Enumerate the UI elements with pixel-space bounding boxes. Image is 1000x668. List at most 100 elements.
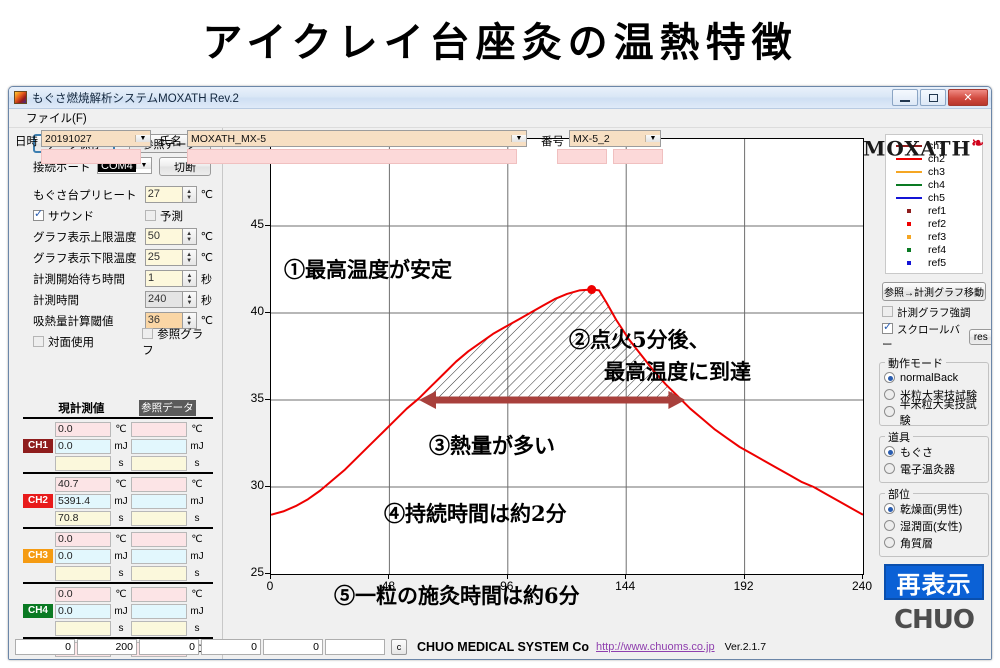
name-select[interactable]: MOXATH_MX-5 ▼ bbox=[187, 130, 527, 147]
reference-value-cell[interactable] bbox=[131, 531, 187, 547]
c-button[interactable]: c bbox=[391, 639, 407, 655]
minimize-button[interactable] bbox=[892, 89, 918, 106]
site-option[interactable]: 湿潤面(女性) bbox=[884, 517, 984, 534]
upper-temp-stepper[interactable]: ▲ ▼ bbox=[182, 228, 197, 245]
duration-input[interactable]: 240 bbox=[145, 291, 183, 308]
legend-dot-icon bbox=[896, 260, 922, 265]
current-value-cell[interactable]: 0.0 bbox=[55, 421, 111, 437]
res-button[interactable]: res bbox=[968, 329, 991, 345]
number-select[interactable]: MX-5_2 ▼ bbox=[569, 130, 661, 147]
preheat-input[interactable]: 27 bbox=[144, 186, 183, 203]
reference-value-cell[interactable] bbox=[131, 565, 187, 581]
reference-value-cell[interactable] bbox=[131, 603, 187, 619]
redisplay-button[interactable]: 再表示 bbox=[884, 564, 984, 600]
duration-stepper[interactable]: ▲ ▼ bbox=[183, 291, 197, 308]
current-value-cell[interactable] bbox=[55, 455, 111, 471]
current-value-cell[interactable] bbox=[55, 565, 111, 581]
status-field[interactable] bbox=[325, 639, 385, 655]
mode-option[interactable]: 半米粒大実技試験 bbox=[884, 399, 984, 427]
current-value-cell[interactable]: 5391.4 bbox=[55, 493, 111, 509]
x-axis-tick bbox=[388, 574, 390, 579]
menu-item-file[interactable]: ファイル(F) bbox=[21, 109, 92, 127]
chart-plot-area[interactable] bbox=[270, 138, 864, 575]
reference-value-cell[interactable] bbox=[131, 620, 187, 636]
lower-temp-stepper[interactable]: ▲ ▼ bbox=[182, 249, 197, 266]
reference-value-cell[interactable] bbox=[131, 493, 187, 509]
mode-option[interactable]: normalBack bbox=[884, 369, 984, 386]
status-field[interactable]: 200 bbox=[77, 639, 137, 655]
reference-value-cell[interactable] bbox=[131, 548, 187, 564]
company-url[interactable]: http://www.chuoms.co.jp bbox=[596, 641, 715, 653]
current-value-cell[interactable]: 0.0 bbox=[55, 438, 111, 454]
unit-label: ℃ bbox=[115, 423, 127, 435]
page-title: アイクレイ台座灸の温熱特徴 bbox=[202, 19, 798, 66]
chart-annotation-5: ④持続時間は約2分 bbox=[384, 501, 567, 526]
predict-checkbox[interactable]: 予測 bbox=[145, 208, 183, 224]
current-value-cell[interactable]: 0.0 bbox=[55, 586, 111, 602]
x-axis-tick bbox=[862, 574, 863, 579]
checkbox-icon bbox=[142, 327, 154, 339]
number-subfield-a[interactable] bbox=[557, 149, 607, 164]
current-value-cell[interactable]: 0.0 bbox=[55, 531, 111, 547]
start-wait-input[interactable]: 1 bbox=[145, 270, 183, 287]
reference-value-cell[interactable] bbox=[131, 658, 187, 659]
site-option[interactable]: 角質層 bbox=[884, 534, 984, 551]
chart-annotation-1: ①最高温度が安定 bbox=[284, 257, 452, 282]
status-field[interactable]: 0 bbox=[263, 639, 323, 655]
face-to-face-checkbox[interactable]: 対面使用 bbox=[33, 334, 142, 350]
upper-temp-input[interactable]: 50 bbox=[144, 228, 183, 245]
status-field[interactable]: 0 bbox=[15, 639, 75, 655]
checkbox-icon bbox=[882, 306, 893, 317]
reference-value-cell[interactable] bbox=[131, 438, 187, 454]
version-label: Ver.2.1.7 bbox=[724, 641, 767, 653]
face-to-face-label: 対面使用 bbox=[48, 336, 94, 349]
date-select[interactable]: 20191027 ▼ bbox=[41, 130, 151, 147]
site-option[interactable]: 乾燥面(男性) bbox=[884, 500, 984, 517]
chuo-logo: CHUO bbox=[893, 605, 975, 635]
unit-label: s bbox=[118, 512, 124, 524]
legend-label: ch4 bbox=[928, 178, 945, 191]
emphasize-graph-checkbox[interactable]: 計測グラフ強調 bbox=[882, 305, 991, 320]
header-reference[interactable]: 参照データ bbox=[139, 400, 196, 416]
app-icon bbox=[14, 91, 27, 104]
move-ref-to-measure-button[interactable]: 参照→計測グラフ移動 bbox=[882, 282, 986, 301]
preheat-stepper[interactable]: ▲ ▼ bbox=[182, 186, 197, 203]
current-value-cell[interactable]: 0.0 bbox=[55, 658, 111, 659]
unit-label: s bbox=[194, 457, 200, 469]
current-value-cell[interactable] bbox=[55, 620, 111, 636]
table-row: 40.7 ℃ ℃ CH2 5391.4 mJ mJ 70.8 s s bbox=[23, 476, 213, 526]
legend-line-icon bbox=[896, 183, 922, 186]
start-wait-stepper[interactable]: ▲ ▼ bbox=[183, 270, 197, 287]
tool-option[interactable]: 電子温灸器 bbox=[884, 460, 984, 477]
status-field[interactable]: 0 bbox=[139, 639, 199, 655]
sound-checkbox[interactable]: サウンド bbox=[33, 207, 145, 224]
lower-temp-input[interactable]: 25 bbox=[144, 249, 183, 266]
x-axis-tick-label: 192 bbox=[733, 579, 754, 593]
reference-value-cell[interactable] bbox=[131, 476, 187, 492]
reference-value-cell[interactable] bbox=[131, 455, 187, 471]
y-axis-tick bbox=[265, 225, 270, 226]
scrollbar-checkbox[interactable]: スクロールバー bbox=[882, 320, 965, 352]
reference-value-cell[interactable] bbox=[131, 421, 187, 437]
close-icon[interactable]: ✕ bbox=[948, 89, 988, 106]
tool-option[interactable]: もぐさ bbox=[884, 443, 984, 460]
name-label: 氏名 bbox=[159, 136, 182, 148]
current-value-cell[interactable]: 40.7 bbox=[55, 476, 111, 492]
current-value-cell[interactable]: 70.8 bbox=[55, 510, 111, 526]
reference-value-cell[interactable] bbox=[131, 510, 187, 526]
legend-label: ref2 bbox=[928, 217, 947, 230]
divider bbox=[23, 472, 213, 474]
radio-icon bbox=[884, 372, 895, 383]
maximize-button[interactable] bbox=[920, 89, 946, 106]
current-value-cell[interactable]: 0.0 bbox=[55, 548, 111, 564]
title-bar: もぐさ燃焼解析システムMOXATH Rev.2 ✕ bbox=[9, 87, 991, 109]
reference-value-cell[interactable] bbox=[131, 586, 187, 602]
name-subfield[interactable] bbox=[187, 149, 517, 164]
date-subfield[interactable] bbox=[41, 149, 141, 164]
setting-unit: ℃ bbox=[200, 252, 213, 264]
number-subfield-b[interactable] bbox=[613, 149, 663, 164]
ref-graph-checkbox[interactable]: 参照グラフ bbox=[142, 326, 213, 358]
current-value-cell[interactable]: 0.0 bbox=[55, 603, 111, 619]
status-field[interactable]: 0 bbox=[201, 639, 261, 655]
